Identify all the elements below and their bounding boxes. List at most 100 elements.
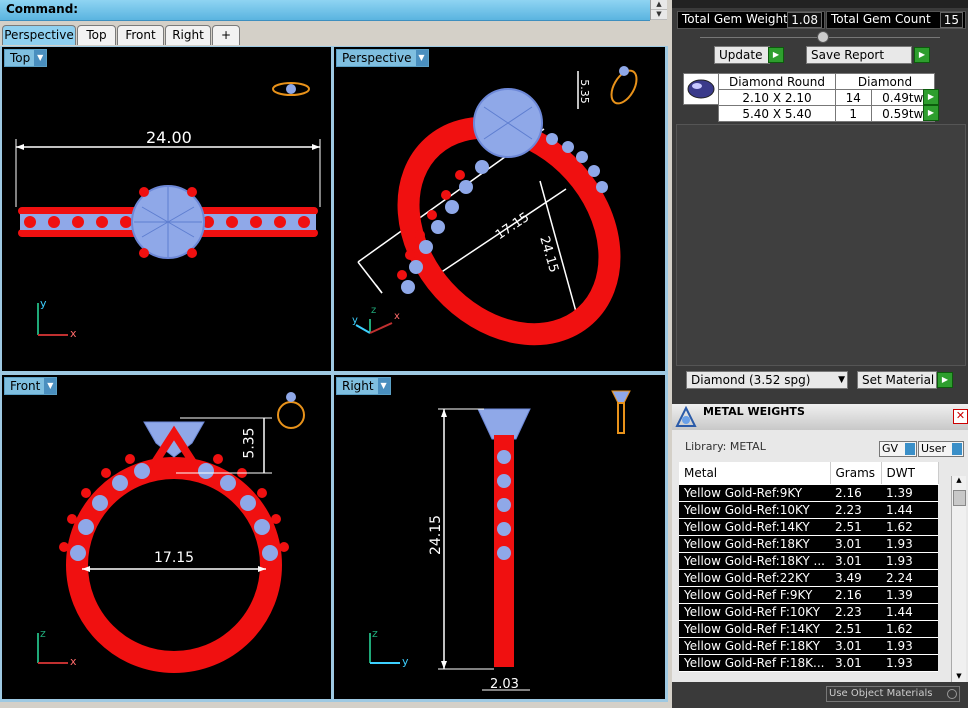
metal-grams: 3.01 bbox=[830, 654, 881, 672]
dimension-head: 5.35 bbox=[577, 79, 591, 104]
set-material-go-icon[interactable]: ▶ bbox=[937, 372, 953, 388]
command-label: Command: bbox=[6, 2, 79, 16]
table-row[interactable]: Yellow Gold-Ref F:10KY 2.23 1.44 bbox=[679, 603, 938, 621]
add-tab-button[interactable]: + bbox=[212, 25, 240, 45]
toggle-icon bbox=[947, 689, 957, 699]
metal-grams: 2.16 bbox=[830, 484, 881, 502]
user-toggle[interactable]: User bbox=[918, 441, 964, 457]
scroll-thumb[interactable] bbox=[953, 490, 966, 506]
tab-perspective[interactable]: Perspective bbox=[2, 25, 76, 45]
total-gem-count-value: 15 bbox=[939, 12, 963, 28]
metal-header[interactable]: Metal bbox=[679, 462, 831, 485]
viewport-right-label[interactable]: Right ▼ bbox=[336, 377, 391, 395]
chevron-down-icon[interactable]: ▼ bbox=[44, 378, 57, 394]
metal-name: Yellow Gold-Ref:9KY bbox=[679, 484, 830, 502]
gem-row-go-icon[interactable]: ▶ bbox=[923, 105, 939, 121]
gem-row-go-icon[interactable]: ▶ bbox=[923, 89, 939, 105]
splitter-handle-icon[interactable] bbox=[817, 31, 829, 43]
save-report-button[interactable]: Save Report bbox=[806, 46, 912, 64]
chevron-down-icon[interactable]: ▼ bbox=[34, 50, 47, 66]
grams-header[interactable]: Grams bbox=[830, 462, 882, 485]
axis-y-label: y bbox=[402, 655, 409, 668]
command-bar[interactable]: Command: bbox=[0, 0, 650, 21]
gem-list-area bbox=[676, 124, 966, 366]
dimension-inner-diameter: 17.15 bbox=[154, 550, 195, 566]
table-row[interactable]: Yellow Gold-Ref:18KY 3.01 1.93 bbox=[679, 535, 938, 553]
axis-z-label: z bbox=[371, 305, 377, 316]
user-label: User bbox=[921, 442, 947, 455]
metal-grams: 3.01 bbox=[830, 552, 881, 570]
metal-grams: 2.23 bbox=[830, 603, 881, 621]
metal-name: Yellow Gold-Ref F:18KY bbox=[679, 637, 830, 655]
table-row[interactable]: Yellow Gold-Ref F:18K... 3.01 1.93 bbox=[679, 654, 938, 672]
metal-dwt: 1.44 bbox=[881, 603, 938, 621]
command-scrollbar[interactable]: ▲ ▼ bbox=[650, 0, 667, 20]
chevron-down-icon[interactable]: ▼ bbox=[838, 372, 845, 388]
metal-table-scrollbar[interactable]: ▲ ▼ bbox=[951, 476, 966, 682]
metal-grams: 3.49 bbox=[830, 569, 881, 587]
viewport-front[interactable]: Front ▼ 17.15 5.35 z x bbox=[2, 375, 331, 699]
table-row[interactable]: Yellow Gold-Ref F:14KY 2.51 1.62 bbox=[679, 620, 938, 638]
metal-dwt: 1.62 bbox=[881, 518, 938, 536]
axis-x-label: x bbox=[70, 327, 77, 340]
gem-header-type: Diamond bbox=[835, 73, 935, 90]
metal-dwt: 2.24 bbox=[881, 569, 938, 587]
close-icon[interactable]: ✕ bbox=[953, 409, 968, 424]
dwt-header[interactable]: DWT bbox=[881, 462, 939, 485]
metal-name: Yellow Gold-Ref:14KY bbox=[679, 518, 830, 536]
scroll-down-icon[interactable]: ▼ bbox=[651, 10, 667, 20]
metal-dwt: 1.93 bbox=[881, 552, 938, 570]
viewport-top[interactable]: Top ▼ 24.00 y x bbox=[2, 47, 331, 371]
scroll-down-icon[interactable]: ▼ bbox=[952, 672, 966, 682]
metal-dwt: 1.39 bbox=[881, 586, 938, 604]
ring-front-view bbox=[37, 392, 305, 673]
scroll-up-icon[interactable]: ▲ bbox=[952, 476, 966, 486]
metal-grams: 2.51 bbox=[830, 518, 881, 536]
viewport-right[interactable]: Right ▼ 24.15 2.03 z y bbox=[334, 375, 665, 699]
library-label: Library: METAL bbox=[685, 440, 766, 453]
set-material-button[interactable]: Set Material bbox=[857, 371, 937, 389]
table-row[interactable]: Yellow Gold-Ref:18KY ... 3.01 1.93 bbox=[679, 552, 938, 570]
table-row[interactable]: Yellow Gold-Ref F:18KY 3.01 1.93 bbox=[679, 637, 938, 655]
table-row[interactable]: Yellow Gold-Ref F:9KY 2.16 1.39 bbox=[679, 586, 938, 604]
chevron-down-icon[interactable]: ▼ bbox=[377, 378, 390, 394]
table-row[interactable]: Yellow Gold-Ref:22KY 3.49 2.24 bbox=[679, 569, 938, 587]
metal-grams: 3.01 bbox=[830, 535, 881, 553]
viewport-perspective-label[interactable]: Perspective ▼ bbox=[336, 49, 429, 67]
axis-y-label: y bbox=[40, 297, 47, 310]
table-row[interactable]: Yellow Gold-Ref:14KY 2.51 1.62 bbox=[679, 518, 938, 536]
use-object-materials-toggle[interactable]: Use Object Materials bbox=[826, 686, 960, 702]
viewport-top-label[interactable]: Top ▼ bbox=[4, 49, 48, 67]
metal-dwt: 1.39 bbox=[881, 484, 938, 502]
gv-toggle[interactable]: GV bbox=[879, 441, 917, 457]
material-select[interactable]: Diamond (3.52 spg) ▼ bbox=[686, 371, 848, 389]
update-button[interactable]: Update bbox=[714, 46, 770, 64]
gem-row[interactable]: 5.40 X 5.40 1 0.59tw bbox=[718, 105, 935, 122]
metal-name: Yellow Gold-Ref F:18K... bbox=[679, 654, 830, 672]
update-go-icon[interactable]: ▶ bbox=[768, 47, 784, 63]
ring-right-view bbox=[369, 390, 631, 691]
total-gem-weight-value: 1.08 bbox=[787, 12, 822, 28]
metal-weights-panel: Library: METAL GV User Metal Grams DWT Y… bbox=[672, 430, 968, 708]
metal-name: Yellow Gold-Ref:18KY ... bbox=[679, 552, 830, 570]
metal-dwt: 1.93 bbox=[881, 654, 938, 672]
metal-name: Yellow Gold-Ref:18KY bbox=[679, 535, 830, 553]
viewport-perspective[interactable]: Perspective ▼ 17.15 24.15 5.35 z y x bbox=[334, 47, 665, 371]
chevron-down-icon[interactable]: ▼ bbox=[415, 50, 428, 66]
tab-top[interactable]: Top bbox=[77, 25, 116, 45]
save-report-go-icon[interactable]: ▶ bbox=[914, 47, 930, 63]
table-row[interactable]: Yellow Gold-Ref:9KY 2.16 1.39 bbox=[679, 484, 938, 502]
gem-row[interactable]: 2.10 X 2.10 14 0.49tw bbox=[718, 89, 935, 106]
tab-front[interactable]: Front bbox=[117, 25, 164, 45]
metal-grams: 2.16 bbox=[830, 586, 881, 604]
viewport-front-label[interactable]: Front ▼ bbox=[4, 377, 58, 395]
table-row[interactable]: Yellow Gold-Ref:10KY 2.23 1.44 bbox=[679, 501, 938, 519]
scroll-up-icon[interactable]: ▲ bbox=[651, 0, 667, 10]
metal-name: Yellow Gold-Ref F:10KY bbox=[679, 603, 830, 621]
metal-name: Yellow Gold-Ref F:9KY bbox=[679, 586, 830, 604]
tab-right[interactable]: Right bbox=[165, 25, 211, 45]
dimension-total-height: 24.15 bbox=[428, 514, 445, 556]
metal-dwt: 1.93 bbox=[881, 535, 938, 553]
axis-z-label: z bbox=[372, 627, 378, 640]
metal-dwt: 1.93 bbox=[881, 637, 938, 655]
